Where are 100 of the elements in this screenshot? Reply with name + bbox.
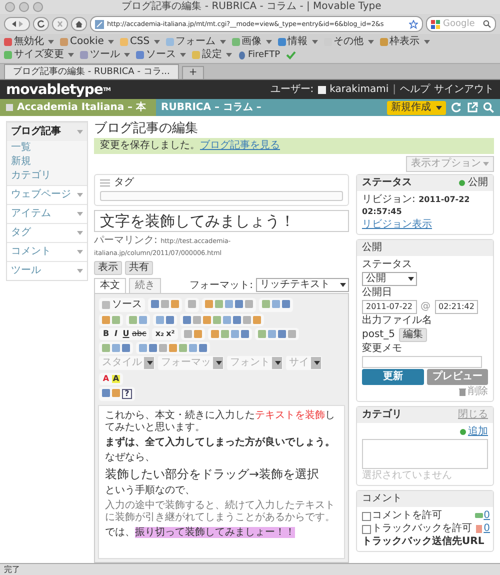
trackback-label: トラックバック送信先URL [362,536,484,548]
view-entry-link[interactable]: ブログ記事を見る [200,140,280,151]
toolbar-menu[interactable]: サイズ変更 [4,49,74,61]
external-link-icon[interactable] [467,102,478,113]
highlight-color-button[interactable]: A [112,375,120,383]
status-text: 公開 [468,177,488,189]
help-link[interactable]: ヘルプ [400,84,430,96]
format-label: フォーマット: [190,280,253,292]
refresh-icon[interactable] [451,102,462,113]
panel-title: 公開 [362,242,382,254]
empty-text: 選択されていません [362,470,452,482]
paragraph: では、振り切って装飾してみましょー！！ [105,527,296,539]
user-label: ユーザー: [270,84,314,96]
paragraph: まずは、全て入力してしまった方が良いでしょう。 [105,437,336,449]
field-label: 出力ファイル名 [362,315,432,327]
toolbar-menu[interactable]: 無効化 [4,36,54,48]
revision-link[interactable]: リビジョン表示 [362,219,432,231]
text-color-button[interactable]: A [102,375,110,383]
new-tab-button[interactable]: + [182,66,204,79]
edit-button[interactable]: 編集 [398,328,427,342]
sidebar-item[interactable]: ブログ記事 [7,122,87,141]
paragraph: 入力の途中で装飾すると、続けて入力したテキストに装飾が引き継がれてしまうことがあるからです。 [105,500,336,524]
count-link[interactable]: 0 [484,510,490,522]
sidebar-item[interactable]: タグ [7,223,87,242]
logo[interactable]: movabletype$^{TM}$ [6,84,110,96]
checkmark-icon[interactable] [286,50,296,60]
ftp-icon [238,50,246,60]
sidebar-item[interactable]: アイテム [7,204,87,223]
entry-title-field[interactable]: 文字を装飾してみましょう！ [94,210,349,232]
paragraph: という手順なので、 [105,485,196,497]
toolbar-menu[interactable]: その他 [324,36,374,48]
paragraph: 装飾したい部分をドラッグ→装飾を選択 [105,467,320,482]
home-icon[interactable] [71,17,87,31]
site-icon [95,20,104,28]
at-sign: @ [420,301,430,313]
sidebar-item[interactable]: ツール [7,261,87,280]
search-icon[interactable] [483,20,491,28]
format-tool-button[interactable]: abc [132,330,146,338]
status-select[interactable]: 公開 [362,272,417,286]
toolbar-menu[interactable]: 情報 [278,36,318,48]
fireftp-button[interactable]: FireFTP [238,49,280,61]
help-button[interactable]: ? [122,389,132,399]
reload-icon[interactable] [33,17,49,31]
format-tool-button[interactable]: I [112,330,120,338]
google-icon [431,20,440,28]
count-link[interactable]: 0 [484,523,490,535]
create-new-button[interactable]: 新規作成 [387,100,446,114]
panel-title: ステータス [362,177,412,189]
star-icon[interactable] [409,20,418,28]
update-button[interactable]: 更新 [362,369,424,385]
memo-field[interactable] [362,356,482,368]
time-field[interactable]: 02:21:42 [434,300,478,314]
browser-tab[interactable]: ブログ記事の編集 - RUBRICA - コラ... [4,64,179,79]
toolbar-menu[interactable]: ツール [80,49,130,61]
revision-text: リビジョン: 2011-07-22 02:57:45 [362,194,471,218]
format-tool-button[interactable]: B [102,330,110,338]
success-message: 変更を保存しました。ブログ記事を見る [94,138,494,154]
panel-title: コメント [362,493,402,505]
view-button[interactable]: 表示 [94,261,122,275]
category-list[interactable] [362,439,488,469]
sign-out-link[interactable]: サインアウト [434,84,494,96]
checkbox[interactable] [362,512,371,520]
editor-tab[interactable]: 本文 [94,278,126,293]
format-tool-button[interactable]: x₂ [155,330,164,338]
toolbar-menu[interactable]: CSS [120,36,160,48]
sidebar-item[interactable]: コメント [7,242,87,261]
field-label: 公開日 [362,287,392,299]
tags-field[interactable] [100,191,343,201]
add-category-link[interactable]: 追加 [460,426,488,438]
user-link[interactable]: karakimami [330,84,389,96]
filename-text: post_5 [362,329,395,341]
speech-bubble-icon [474,512,483,520]
format-select[interactable]: リッチテキスト [256,278,349,292]
document-icon [474,525,483,533]
sidebar-item[interactable]: ウェブページ [7,185,87,204]
checkbox-label: コメントを許可 [372,510,442,522]
toolbar-menu[interactable]: 画像 [232,36,272,48]
editor-tab[interactable]: 続き [129,278,161,293]
editor-content[interactable]: これから、本文・続きに入力したテキストを装飾 してみたいと思います。 まずは、全て入力してしまった方が良いでしょう。 なぜなら、 装飾したい部分をドラッグ→装飾を選択 という手順なので、 入力の途中で装飾すると、続けて入力したテキストに装飾が引き継がれてしまうことがあるからです。 では、振り切って装飾してみましょー！！ [98,405,345,559]
share-button[interactable]: 共有 [125,261,153,275]
tags-label: タグ [114,177,134,189]
checkbox-label: トラックバックを許可 [372,523,472,535]
avatar-icon [318,86,326,94]
source-button[interactable]: ソース [99,298,145,312]
field-label: 変更メモ [362,343,402,355]
toolbar-menu[interactable]: Cookie [60,36,114,48]
date-field[interactable]: 2011-07-22 [362,300,416,314]
format-tool-button[interactable]: U [122,330,130,338]
toolbar-menu[interactable]: フォーム [166,36,226,48]
checkbox[interactable] [362,524,371,534]
paragraph: なぜなら、 [105,452,156,464]
back-icon[interactable] [4,17,30,31]
toolbar-menu[interactable]: 設定 [192,49,232,61]
panel-title: カテゴリ [362,409,402,421]
status-text: 完了 [4,565,20,574]
toolbar-menu[interactable]: 枠表示 [380,36,430,48]
format-tool-button[interactable]: x² [166,330,175,338]
toolbar-menu[interactable]: ソース [136,49,186,61]
drag-handle-icon[interactable] [100,179,110,187]
field-label: ステータス [362,259,412,271]
